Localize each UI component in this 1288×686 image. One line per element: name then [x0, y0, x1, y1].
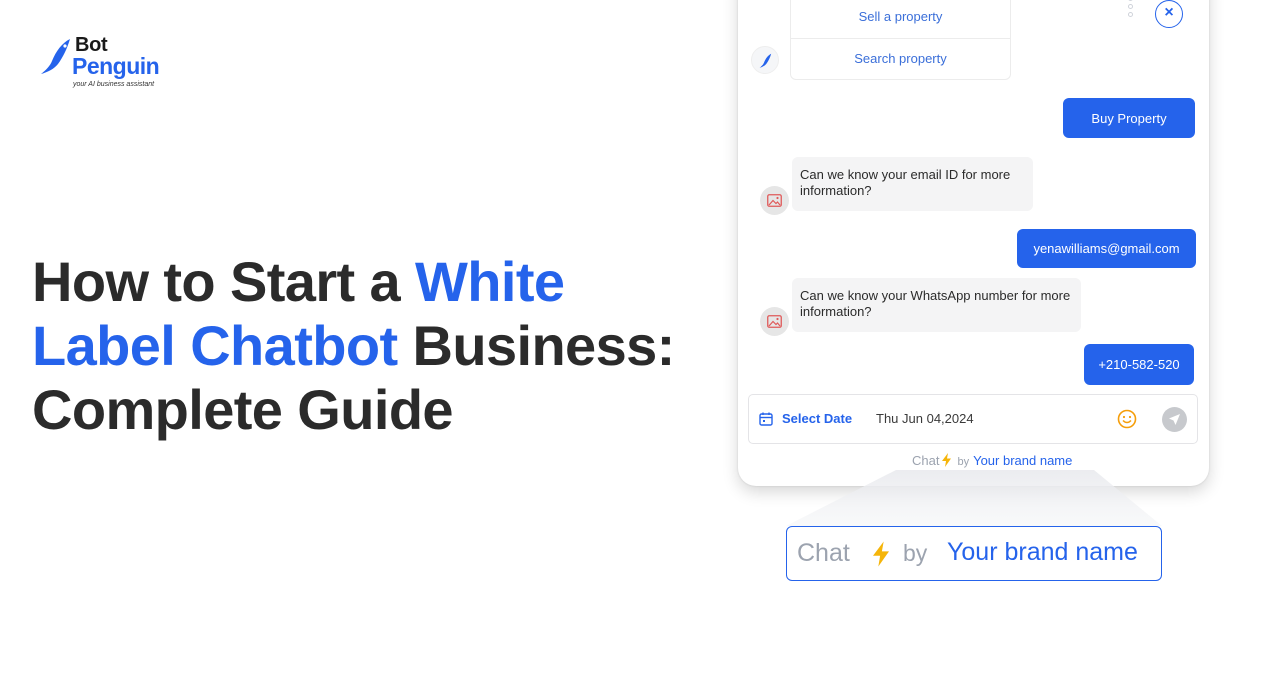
powered-by-label: Chat by Your brand name — [912, 453, 1072, 468]
headline-part3: Complete Guide — [32, 378, 454, 441]
headline-part1: How to Start a — [32, 250, 416, 313]
bot-message-email-question: Can we know your email ID for more infor… — [792, 157, 1033, 211]
more-options-icon[interactable] — [1128, 0, 1134, 22]
headline-highlight2: Label Chatbot — [32, 314, 398, 377]
lightning-icon — [873, 541, 889, 567]
select-date-button[interactable]: Select Date — [782, 411, 852, 426]
lightning-icon — [942, 453, 952, 467]
botpenguin-logo: Bot Penguin your AI business assistant — [40, 35, 180, 95]
divider — [791, 38, 1010, 39]
image-placeholder-icon — [767, 194, 782, 207]
emoji-icon[interactable] — [1117, 409, 1137, 429]
powered-chat-text: Chat — [912, 453, 940, 468]
option-search-property[interactable]: Search property — [791, 51, 1010, 66]
image-placeholder-icon — [767, 315, 782, 328]
bot-avatar — [760, 186, 789, 215]
powered-by-text: by — [957, 456, 970, 468]
zoom-callout-connector — [786, 470, 1162, 526]
zoom-by-text: by — [903, 540, 928, 566]
bot-message-whatsapp-question: Can we know your WhatsApp number for mor… — [792, 278, 1081, 332]
powered-brand-link[interactable]: Your brand name — [973, 453, 1072, 468]
user-message-email: yenawilliams@gmail.com — [1017, 229, 1196, 268]
calendar-icon[interactable] — [759, 412, 773, 426]
chat-input-bar[interactable]: Select Date Thu Jun 04,2024 — [748, 394, 1198, 444]
option-sell-property[interactable]: Sell a property — [791, 9, 1010, 24]
send-icon — [1169, 414, 1180, 425]
penguin-logo-icon — [41, 39, 70, 74]
user-message-phone: +210-582-520 — [1084, 344, 1194, 385]
branding-zoom-callout: Chat by Your brand name — [786, 526, 1162, 581]
bot-avatar — [751, 46, 779, 74]
logo-tagline: your AI business assistant — [73, 81, 155, 88]
selected-date-value[interactable]: Thu Jun 04,2024 — [876, 411, 974, 426]
send-button[interactable] — [1162, 407, 1187, 432]
user-message-buy: Buy Property — [1063, 98, 1195, 138]
penguin-logo-icon — [759, 53, 772, 68]
chat-widget: Sell a property Search property × Buy Pr… — [738, 0, 1209, 486]
zoom-brand-name: Your brand name — [947, 538, 1138, 566]
headline-highlight1: White — [415, 250, 565, 313]
page-headline: How to Start a White Label Chatbot Busin… — [32, 250, 692, 442]
headline-part2: Business: — [397, 314, 675, 377]
bot-avatar — [760, 307, 789, 336]
close-button[interactable]: × — [1155, 0, 1183, 28]
quick-reply-options: Sell a property Search property — [790, 0, 1011, 80]
logo-text-penguin: Penguin — [72, 53, 160, 79]
logo-text-bot: Bot — [75, 34, 108, 56]
zoom-chat-text: Chat — [797, 539, 850, 567]
